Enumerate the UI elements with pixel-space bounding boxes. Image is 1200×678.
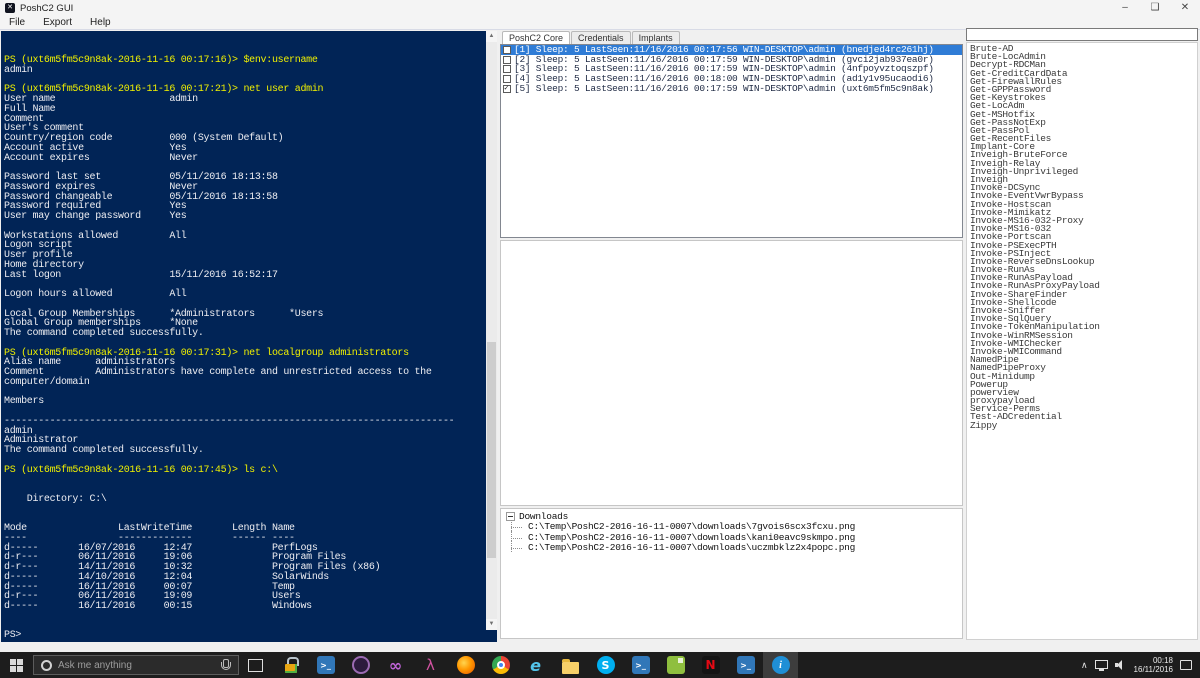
powershell-icon[interactable]: >_ bbox=[728, 652, 763, 678]
desktop-screen: ✕ PoshC2 GUI – ❑ ✕ FileExportHelp PS (ux… bbox=[0, 0, 1200, 678]
netflix-icon[interactable]: N bbox=[693, 652, 728, 678]
speaker-icon[interactable] bbox=[1115, 660, 1127, 670]
console-scrollbar[interactable]: ▲ ▼ bbox=[486, 31, 497, 630]
system-tray: ∧ 00:18 16/11/2016 bbox=[1081, 656, 1200, 674]
console-line: User name admin bbox=[4, 95, 484, 105]
console-output: PS (uxt6m5fm5c9n8ak-2016-11-16 00:17:16)… bbox=[4, 34, 484, 628]
poshc2-taskbar-icon[interactable]: i bbox=[763, 652, 798, 678]
network-icon[interactable] bbox=[1095, 660, 1108, 669]
downloads-panel: Downloads C:\Temp\PoshC2-2016-16-11-0007… bbox=[500, 508, 963, 639]
implant-label: [5] Sleep: 5 LastSeen:11/16/2016 00:17:5… bbox=[514, 84, 934, 94]
file-explorer-icon[interactable] bbox=[553, 652, 588, 678]
console-line bbox=[4, 505, 484, 515]
console-line: Logon script bbox=[4, 241, 484, 251]
taskbar-search[interactable]: Ask me anything bbox=[33, 655, 239, 675]
implant-checkbox[interactable] bbox=[503, 85, 511, 93]
visual-studio-icon[interactable]: ∞ bbox=[378, 652, 413, 678]
powershell-icon[interactable]: >_ bbox=[308, 652, 343, 678]
implant-row[interactable]: [5] Sleep: 5 LastSeen:11/16/2016 00:17:5… bbox=[501, 84, 962, 94]
clock-date: 16/11/2016 bbox=[1134, 665, 1173, 674]
scroll-up-icon[interactable]: ▲ bbox=[486, 31, 497, 42]
console-line: ----------------------------------------… bbox=[4, 417, 484, 427]
skype-icon[interactable]: S bbox=[588, 652, 623, 678]
console-line: Account expires Never bbox=[4, 154, 484, 164]
module-item[interactable]: Zippy bbox=[970, 422, 1197, 430]
scroll-down-icon[interactable]: ▼ bbox=[486, 619, 497, 630]
minimize-button[interactable]: – bbox=[1110, 0, 1140, 16]
menu-item[interactable]: File bbox=[0, 17, 34, 28]
implant-checkbox[interactable] bbox=[503, 46, 511, 54]
task-view-button[interactable] bbox=[248, 659, 263, 672]
console-line: The command completed successfully. bbox=[4, 446, 484, 456]
scrollbar-thumb[interactable] bbox=[487, 342, 496, 558]
purple-ring-icon[interactable] bbox=[343, 652, 378, 678]
microphone-icon[interactable] bbox=[220, 659, 230, 672]
clock-time: 00:18 bbox=[1153, 656, 1173, 665]
internet-explorer-icon[interactable]: e bbox=[518, 652, 553, 678]
title-bar: ✕ PoshC2 GUI – ❑ ✕ bbox=[0, 0, 1200, 16]
download-item[interactable]: C:\Temp\PoshC2-2016-16-11-0007\downloads… bbox=[501, 522, 962, 533]
close-button[interactable]: ✕ bbox=[1170, 0, 1200, 16]
console-line bbox=[4, 388, 484, 398]
implant-list: [1] Sleep: 5 LastSeen:11/16/2016 00:17:5… bbox=[500, 44, 963, 238]
module-list: Brute-ADBrute-LocAdminDecrypt-RDCManGet-… bbox=[966, 42, 1198, 640]
console-line: Last logon 15/11/2016 16:52:17 bbox=[4, 271, 484, 281]
poshc2-window-icon: ✕ bbox=[5, 3, 15, 13]
console-line: PS (uxt6m5fm5c9n8ak-2016-11-16 00:17:16)… bbox=[4, 56, 484, 66]
cortana-icon bbox=[41, 660, 52, 671]
implant-checkbox[interactable] bbox=[503, 75, 511, 83]
implant-checkbox[interactable] bbox=[503, 56, 511, 64]
module-item[interactable]: Test-ADCredential bbox=[970, 413, 1197, 421]
tab[interactable]: Credentials bbox=[571, 31, 631, 44]
console-line bbox=[4, 475, 484, 485]
taskbar-clock[interactable]: 00:18 16/11/2016 bbox=[1134, 656, 1173, 674]
console-line: Directory: C:\ bbox=[4, 495, 484, 505]
tab[interactable]: Implants bbox=[632, 31, 680, 44]
task-output-panel[interactable] bbox=[500, 240, 963, 506]
console-line: The command completed successfully. bbox=[4, 329, 484, 339]
lambda-icon[interactable]: λ bbox=[413, 652, 448, 678]
download-item[interactable]: C:\Temp\PoshC2-2016-16-11-0007\downloads… bbox=[501, 543, 962, 554]
chrome-icon[interactable] bbox=[483, 652, 518, 678]
console-line: admin bbox=[4, 66, 484, 76]
start-button[interactable] bbox=[0, 652, 33, 678]
maximize-button[interactable]: ❑ bbox=[1140, 0, 1170, 16]
console-line: Full Name bbox=[4, 105, 484, 115]
green-app-icon[interactable] bbox=[658, 652, 693, 678]
lock-app-icon[interactable] bbox=[273, 652, 308, 678]
menu-item[interactable]: Help bbox=[81, 17, 120, 28]
windows-logo-icon bbox=[10, 659, 23, 672]
console-line: User may change password Yes bbox=[4, 212, 484, 222]
powershell-icon[interactable]: >_ bbox=[623, 652, 658, 678]
window-title: PoshC2 GUI bbox=[20, 3, 73, 14]
console-line: d----- 16/11/2016 00:15 Windows bbox=[4, 602, 484, 612]
implant-checkbox[interactable] bbox=[503, 65, 511, 73]
console-panel[interactable]: PS (uxt6m5fm5c9n8ak-2016-11-16 00:17:16)… bbox=[1, 31, 497, 642]
middle-tab-strip: PoshC2 CoreCredentialsImplants bbox=[502, 31, 680, 44]
menu-item[interactable]: Export bbox=[34, 17, 81, 28]
console-line: Logon hours allowed All bbox=[4, 290, 484, 300]
tab[interactable]: PoshC2 Core bbox=[502, 31, 570, 44]
console-line: Members bbox=[4, 397, 484, 407]
firefox-icon[interactable] bbox=[448, 652, 483, 678]
console-line: PS (uxt6m5fm5c9n8ak-2016-11-16 00:17:45)… bbox=[4, 466, 484, 476]
console-line: computer/domain bbox=[4, 378, 484, 388]
taskbar: Ask me anything >_ ∞ λ e S bbox=[0, 652, 1200, 678]
action-center-icon[interactable] bbox=[1180, 660, 1192, 670]
console-line: Workstations allowed All bbox=[4, 232, 484, 242]
module-search-input[interactable] bbox=[966, 28, 1198, 41]
console-input[interactable]: PS> bbox=[4, 630, 484, 641]
tray-chevron-icon[interactable]: ∧ bbox=[1081, 660, 1088, 671]
search-placeholder: Ask me anything bbox=[58, 660, 220, 671]
